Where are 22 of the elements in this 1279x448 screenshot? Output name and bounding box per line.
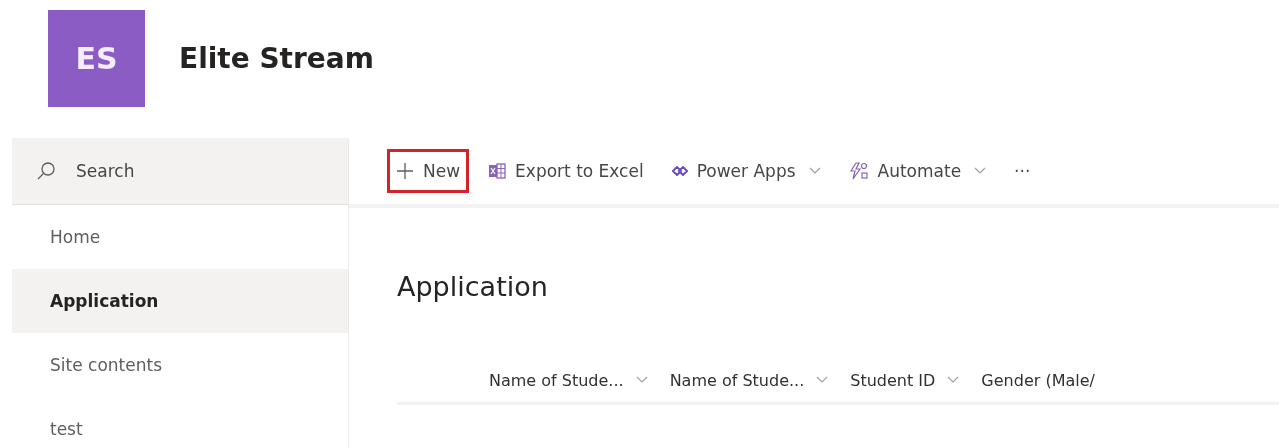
command-button[interactable]: Export to Excel	[479, 149, 653, 193]
column-header[interactable]: Name of Stude...	[489, 370, 648, 390]
command-button[interactable]: Automate	[839, 149, 996, 193]
more-button[interactable]: ···	[1005, 149, 1040, 193]
nav-link[interactable]: Application	[12, 269, 348, 333]
search-field[interactable]: Search	[74, 160, 278, 182]
list-title: Application	[397, 271, 549, 302]
nav-link[interactable]: Home	[12, 205, 348, 269]
plus-icon	[396, 162, 414, 180]
site-logo: ES	[48, 9, 145, 107]
site-title: Elite Stream	[179, 41, 374, 75]
nav-link[interactable]: test	[12, 397, 348, 448]
column-header[interactable]: Student ID	[850, 370, 960, 390]
command-button[interactable]: New	[387, 149, 470, 193]
command-button[interactable]: Power Apps	[662, 149, 830, 193]
spreadsheet-icon	[488, 163, 507, 179]
flow-icon	[848, 162, 869, 180]
column-header[interactable]: Gender (Male/	[981, 370, 1095, 390]
search-icon	[36, 161, 56, 181]
nav-link[interactable]: Site contents	[12, 333, 348, 397]
column-header[interactable]: Name of Stude...	[669, 370, 829, 390]
diamonds-icon	[671, 166, 688, 176]
